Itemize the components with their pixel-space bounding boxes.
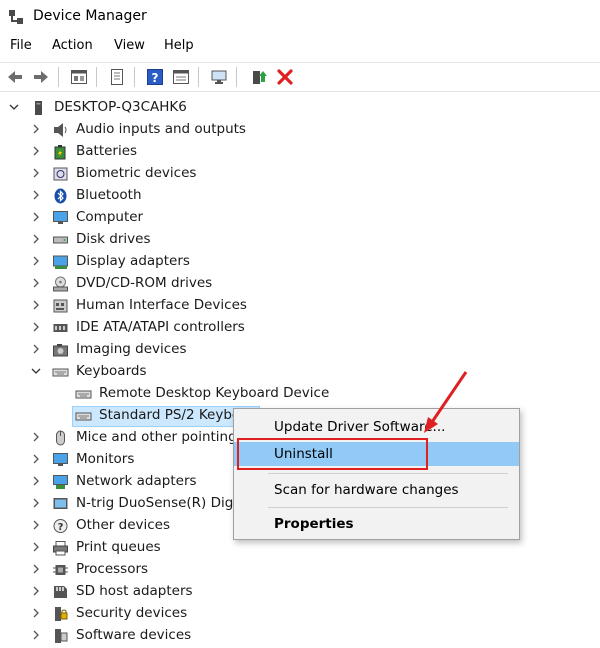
annotation-arrow-icon bbox=[424, 371, 468, 433]
